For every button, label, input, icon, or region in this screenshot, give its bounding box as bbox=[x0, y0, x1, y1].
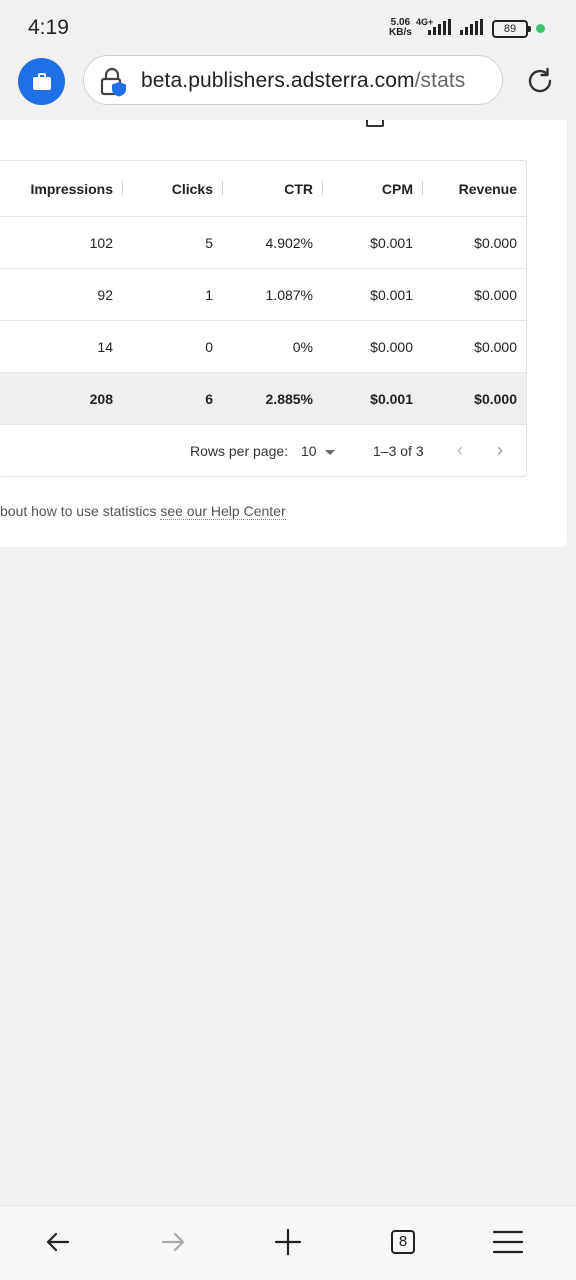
url-bar[interactable]: beta.publishers.adsterra.com/stats bbox=[83, 55, 503, 105]
menu-button[interactable] bbox=[490, 1224, 526, 1260]
browser-toolbar: beta.publishers.adsterra.com/stats bbox=[0, 54, 576, 120]
table-header-row: Impressions Clicks CTR CPM Revenue bbox=[0, 161, 526, 217]
url-domain: beta.publishers.adsterra.com bbox=[141, 69, 415, 92]
cell-ctr: 1.087% bbox=[265, 286, 313, 303]
cell-clicks: 0 bbox=[205, 338, 213, 355]
cell-cpm: $0.001 bbox=[370, 234, 413, 251]
status-bar: 4:19 5.06 KB/s 4G+ 89 bbox=[0, 0, 576, 54]
total-clicks: 6 bbox=[205, 390, 213, 407]
hamburger-menu-icon bbox=[492, 1230, 524, 1254]
lock-shield-icon bbox=[100, 67, 126, 97]
new-tab-button[interactable] bbox=[270, 1224, 306, 1260]
rows-per-page-select[interactable]: 10 bbox=[301, 443, 317, 459]
header-cpm[interactable]: CPM bbox=[323, 161, 413, 216]
header-impressions[interactable]: Impressions bbox=[3, 161, 113, 216]
tabs-button[interactable]: 8 bbox=[385, 1224, 421, 1260]
total-cpm: $0.001 bbox=[370, 390, 413, 407]
battery-dot bbox=[536, 24, 545, 33]
cell-clicks: 5 bbox=[205, 234, 213, 251]
arrow-left-icon bbox=[46, 1232, 70, 1252]
cell-revenue: $0.000 bbox=[474, 286, 517, 303]
arrow-right-icon bbox=[161, 1232, 185, 1252]
cell-ctr: 4.902% bbox=[265, 234, 313, 251]
tab-count-icon: 8 bbox=[391, 1230, 415, 1254]
cell-ctr: 0% bbox=[292, 338, 313, 355]
table-row: 102 5 4.902% $0.001 $0.000 bbox=[0, 217, 526, 269]
url-path: /stats bbox=[414, 69, 466, 92]
briefcase-icon bbox=[32, 72, 51, 90]
network-speed-unit: KB/s bbox=[389, 27, 412, 38]
cell-revenue: $0.000 bbox=[474, 234, 517, 251]
help-text: bout how to use statistics see our Help … bbox=[0, 503, 286, 520]
total-impressions: 208 bbox=[89, 390, 113, 407]
network-speed: 5.06 KB/s bbox=[389, 18, 412, 38]
total-ctr: 2.885% bbox=[265, 390, 313, 407]
header-ctr[interactable]: CTR bbox=[223, 161, 313, 216]
signal-icon bbox=[428, 19, 451, 35]
cell-revenue: $0.000 bbox=[474, 338, 517, 355]
help-text-body: bout how to use statistics bbox=[0, 503, 161, 519]
signal-icon-2 bbox=[460, 19, 483, 35]
header-revenue[interactable]: Revenue bbox=[427, 161, 517, 216]
partial-icon bbox=[366, 120, 384, 127]
reload-icon[interactable] bbox=[524, 65, 556, 97]
rows-per-page-label: Rows per page: bbox=[190, 443, 289, 459]
battery-icon: 89 bbox=[492, 20, 531, 38]
header-clicks[interactable]: Clicks bbox=[123, 161, 213, 216]
table-row: 92 1 1.087% $0.001 $0.000 bbox=[0, 269, 526, 321]
url-text: beta.publishers.adsterra.com/stats bbox=[141, 69, 465, 93]
back-button[interactable] bbox=[40, 1224, 76, 1260]
work-profile-button[interactable] bbox=[18, 58, 65, 105]
stats-card: Impressions Clicks CTR CPM Revenue 102 5… bbox=[0, 120, 567, 547]
cell-impressions: 92 bbox=[97, 286, 113, 303]
stats-table: Impressions Clicks CTR CPM Revenue 102 5… bbox=[0, 160, 527, 477]
cell-impressions: 102 bbox=[89, 234, 113, 251]
table-row: 14 0 0% $0.000 $0.000 bbox=[0, 321, 526, 373]
total-revenue: $0.000 bbox=[474, 390, 517, 407]
page-range: 1–3 of 3 bbox=[373, 443, 424, 459]
table-total-row: 208 6 2.885% $0.001 $0.000 bbox=[0, 373, 526, 425]
table-pagination: Rows per page: 10 1–3 of 3 ‹ › bbox=[0, 425, 526, 476]
chevron-right-icon[interactable]: › bbox=[497, 441, 511, 459]
help-center-link[interactable]: see our Help Center bbox=[160, 503, 286, 520]
plus-icon bbox=[274, 1228, 302, 1256]
cell-clicks: 1 bbox=[205, 286, 213, 303]
cell-cpm: $0.001 bbox=[370, 286, 413, 303]
status-time: 4:19 bbox=[28, 16, 69, 39]
cell-cpm: $0.000 bbox=[370, 338, 413, 355]
caret-down-icon[interactable] bbox=[325, 450, 335, 455]
chevron-left-icon[interactable]: ‹ bbox=[457, 441, 471, 459]
forward-button[interactable] bbox=[155, 1224, 191, 1260]
cell-impressions: 14 bbox=[97, 338, 113, 355]
browser-bottom-nav: 8 bbox=[0, 1205, 576, 1280]
